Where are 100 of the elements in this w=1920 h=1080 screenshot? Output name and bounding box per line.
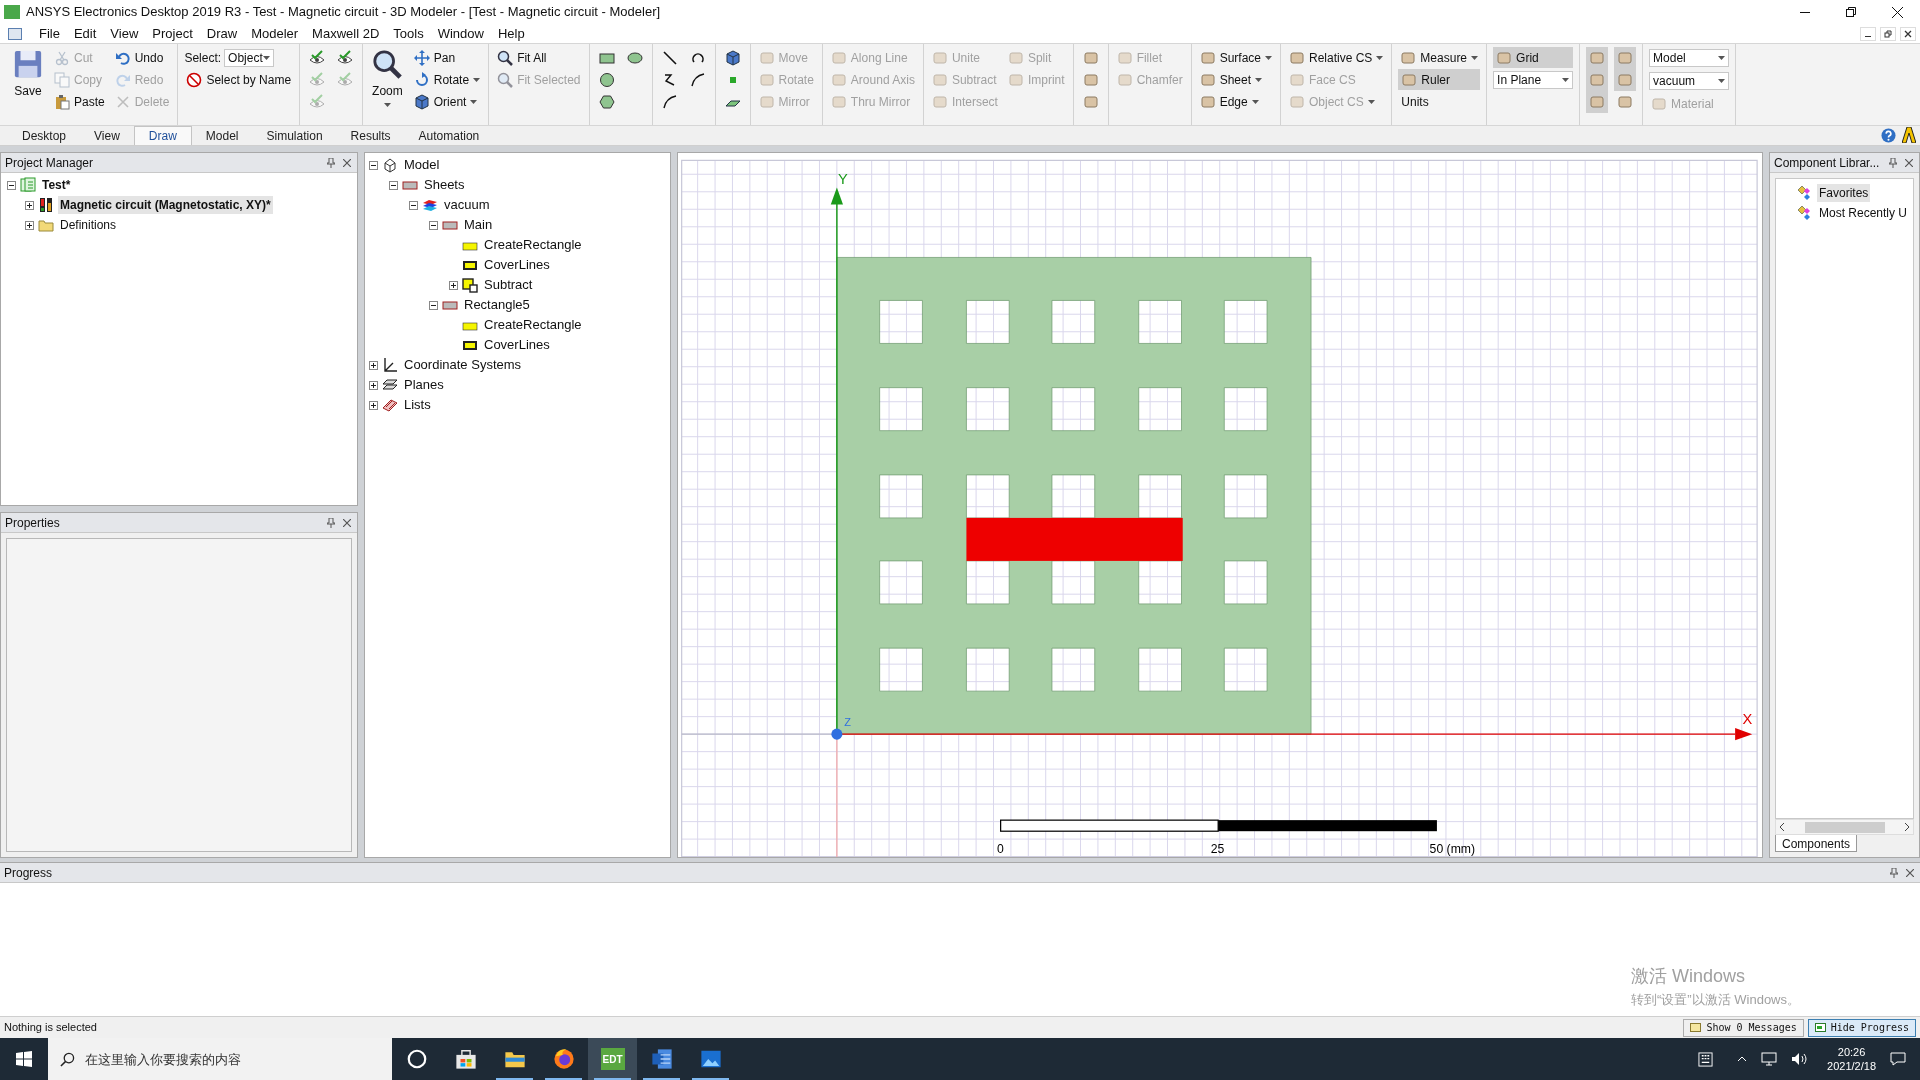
expand-icon[interactable] [369, 400, 378, 410]
tree-item[interactable]: Main [462, 215, 495, 235]
pin-icon[interactable] [327, 517, 335, 528]
tree-item[interactable]: Subtract [482, 275, 535, 295]
ribbon-tab[interactable]: Draw [133, 126, 192, 145]
network-icon[interactable] [1761, 1052, 1778, 1066]
dropdown[interactable]: Model [1649, 49, 1730, 67]
toggle-button[interactable]: Ruler [1398, 69, 1481, 90]
status-button[interactable]: Hide Progress [1807, 1018, 1916, 1037]
tree-item[interactable]: Rectangle5 [462, 295, 532, 315]
tree-item[interactable]: vacuum [442, 195, 492, 215]
help-icon[interactable] [1881, 128, 1896, 143]
ribbon-button[interactable]: Pan [411, 47, 483, 69]
ribbon-tab[interactable]: Desktop [8, 126, 81, 145]
tree-item[interactable]: CreateRectangle [482, 235, 584, 255]
tree-item[interactable]: Most Recently U [1817, 204, 1910, 222]
collapse-icon[interactable] [7, 180, 16, 190]
expand-icon[interactable] [449, 280, 458, 290]
ribbon-tab[interactable]: Model [191, 126, 253, 145]
ribbon-tab[interactable]: Automation [404, 126, 494, 145]
tree-item[interactable]: CreateRectangle [482, 315, 584, 335]
collapse-icon[interactable] [429, 300, 438, 310]
units-button[interactable]: Units [1398, 91, 1481, 112]
ribbon-button[interactable]: Orient [411, 91, 483, 113]
horizontal-scrollbar[interactable] [1775, 819, 1914, 835]
ribbon-button[interactable]: Edge [1197, 91, 1274, 113]
close-icon[interactable] [343, 158, 351, 167]
menu-item[interactable]: Modeler [244, 24, 306, 43]
tree-item[interactable]: Lists [402, 395, 433, 415]
close-icon[interactable] [1906, 868, 1914, 877]
search-box[interactable]: 在这里输入你要搜索的内容 [48, 1038, 392, 1080]
menu-item[interactable]: File [32, 24, 67, 43]
document-minimize-button[interactable] [1860, 26, 1876, 41]
dropdown[interactable]: Object [224, 49, 274, 67]
ribbon-tab[interactable]: Simulation [252, 126, 337, 145]
close-icon[interactable] [343, 518, 351, 527]
clock-time[interactable]: 20:26 [1837, 1045, 1866, 1059]
tree-item[interactable]: Definitions [58, 216, 119, 234]
tree-item[interactable]: Sheets [422, 175, 467, 195]
caret-up-icon[interactable] [1737, 1056, 1748, 1062]
ribbon-button[interactable]: Undo [112, 47, 172, 69]
ribbon-button[interactable]: Surface [1197, 47, 1274, 69]
library-tab[interactable]: Components [1775, 835, 1858, 852]
dropdown[interactable]: In Plane [1493, 71, 1574, 89]
menu-item[interactable]: View [103, 24, 146, 43]
ribbon-button[interactable]: Select by Name [184, 69, 294, 91]
tree-item[interactable]: CoverLines [482, 255, 552, 275]
tree-item[interactable]: Favorites [1817, 184, 1871, 202]
expand-icon[interactable] [369, 380, 378, 390]
dropdown[interactable]: vacuum [1649, 72, 1730, 90]
toggle-button[interactable]: Grid [1493, 47, 1574, 68]
pin-icon[interactable] [1889, 157, 1897, 168]
tree-item[interactable]: Test* [40, 176, 73, 194]
tree-item[interactable]: CoverLines [482, 335, 552, 355]
ribbon-tab[interactable]: View [80, 126, 134, 145]
search-field[interactable]: 在这里输入你要搜索的内容 [85, 1044, 380, 1074]
curve-icon [689, 72, 706, 88]
library-icon [1797, 205, 1813, 221]
collapse-icon[interactable] [369, 160, 378, 170]
notification-icon[interactable] [1890, 1052, 1906, 1066]
menu-item[interactable]: Project [145, 24, 200, 43]
clock-date[interactable]: 2021/2/18 [1827, 1059, 1876, 1073]
tool-icon [1651, 95, 1668, 112]
pin-icon[interactable] [1890, 867, 1898, 878]
collapse-icon[interactable] [389, 180, 398, 190]
collapse-icon[interactable] [409, 200, 418, 210]
menu-item[interactable]: Window [430, 24, 491, 43]
ribbon-button[interactable]: Rotate [411, 69, 483, 91]
expand-icon[interactable] [25, 220, 34, 230]
scale-label: 0 [996, 842, 1004, 857]
menu-item[interactable]: Edit [66, 24, 104, 43]
menu-item[interactable]: Draw [199, 24, 245, 43]
ribbon-tab[interactable]: Results [336, 126, 405, 145]
status-button[interactable]: Show 0 Messages [1683, 1018, 1804, 1037]
ribbon-button[interactable]: Measure [1398, 47, 1481, 68]
curve-icon [661, 94, 678, 110]
large-button[interactable]: Save [10, 47, 46, 100]
close-icon [1891, 6, 1903, 18]
expand-icon[interactable] [25, 200, 34, 210]
tree-item[interactable]: Magnetic circuit (Magnetostatic, XY)* [58, 196, 273, 214]
ribbon-button[interactable]: Paste [52, 91, 107, 113]
keyboard-icon[interactable] [1698, 1051, 1714, 1067]
expand-icon[interactable] [369, 360, 378, 370]
pin-icon[interactable] [327, 157, 335, 168]
menu-item[interactable]: Tools [386, 24, 431, 43]
speaker-icon[interactable] [1791, 1052, 1808, 1066]
close-icon[interactable] [1905, 158, 1913, 167]
ribbon-button[interactable]: Relative CS [1287, 47, 1386, 69]
large-button[interactable]: Zoom [369, 47, 406, 107]
collapse-icon[interactable] [429, 220, 438, 230]
ribbon-button[interactable]: Fit All [495, 47, 583, 69]
menu-item[interactable]: Maxwell 2D [305, 24, 387, 43]
tree-item[interactable]: Planes [402, 375, 446, 395]
ribbon-button[interactable]: Sheet [1197, 69, 1274, 91]
tree-item[interactable]: Model [402, 155, 442, 175]
menu-item[interactable]: Help [490, 24, 532, 43]
document-close-button[interactable] [1900, 26, 1916, 41]
document-restore-button[interactable] [1880, 26, 1896, 41]
eye-icon [309, 72, 326, 88]
tree-item[interactable]: Coordinate Systems [402, 355, 524, 375]
